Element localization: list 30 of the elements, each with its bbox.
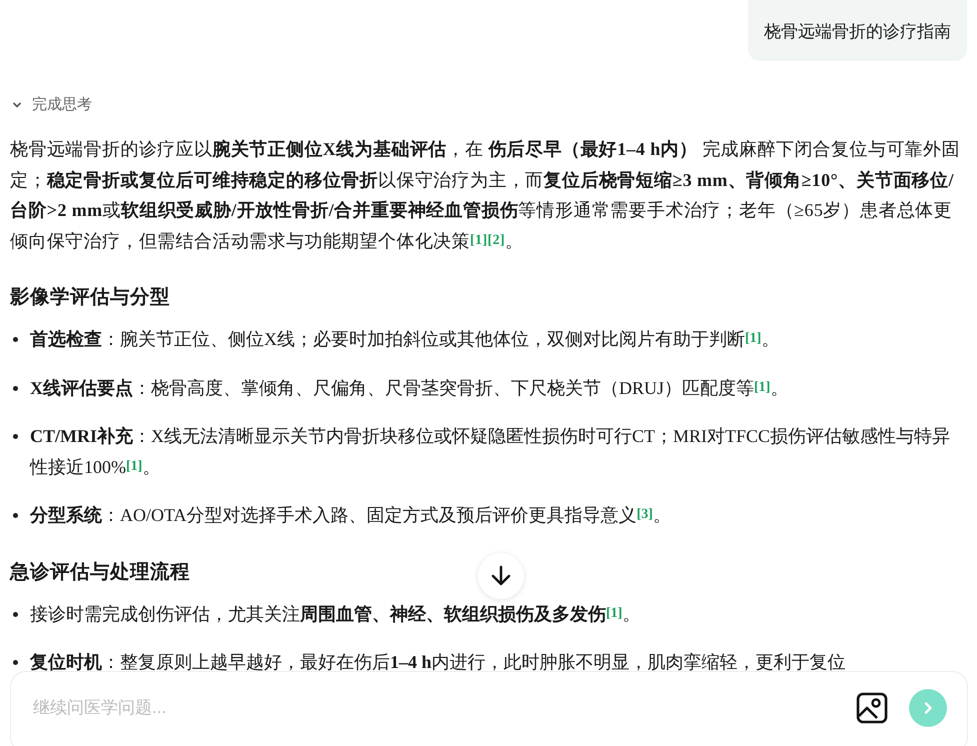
image-upload-button[interactable]: [855, 691, 889, 725]
list-item-text: 接诊时需完成创伤评估，尤其关注周围血管、神经、软组织损伤及多发伤$^{[1]}$。: [30, 602, 640, 626]
citation-link[interactable]: [1]: [754, 380, 770, 394]
arrow-down-icon: [489, 564, 513, 588]
question-input[interactable]: 继续问医学问题...: [31, 697, 835, 719]
citation-link[interactable]: [1]: [470, 232, 488, 248]
citation-link[interactable]: [1]: [745, 331, 762, 346]
section-heading: 急诊评估与处理流程: [10, 558, 190, 584]
citation-link[interactable]: [1]: [126, 458, 142, 474]
list-item-text: CT/MRI补充：X线无法清晰显示关节内骨折块移位或怀疑隐匿性损伤时可行CT；MRI对TFCC损伤评估敏感性与特异性接近100%$^{[1]}$。: [30, 425, 952, 478]
list-item-text: 分型系统：AO/OTA分型对选择手术入路、固定方式及预后评价更具指导意义$^{[3]}$。: [30, 504, 671, 527]
image-icon: [855, 691, 889, 725]
answer-paragraph: 桡骨远端骨折的诊疗应以腕关节正侧位X线为基础评估，在 伤后尽早（最好1–4 h内） 完成麻醉下闭合复位与可靠外固定；稳定骨折或复位后可维持稳定的移位骨折以保守治疗为主，而复位后桡骨短缩≥3 mm、背倾角≥10°、关节面移位/台阶>2 mm或软组织受威胁/开放性骨折/合并重要神经血管损伤等情形通常需要手术治疗；老年（≥65岁）患者总体更倾向保守治疗，但需结合活动需求与功能期望个体化决策$^{[1]}$$^{[2]}$。: [10, 138, 961, 252]
list-item-text: 复位时机：整复原则上越早越好，最好在伤后1–4 h内进行，此时肿胀不明显，肌肉挛缩轻，更利于复位: [30, 651, 846, 671]
citation-link[interactable]: [2]: [488, 232, 506, 248]
citation-link[interactable]: [1]: [606, 606, 622, 620]
citation-link[interactable]: [3]: [636, 507, 653, 522]
user-message: 桡骨远端骨折的诊疗指南: [748, 0, 967, 61]
bullet-icon: [13, 612, 18, 616]
thinking-toggle[interactable]: 完成思考: [10, 95, 92, 114]
scroll-down-button[interactable]: [478, 553, 524, 599]
list-item-text: X线评估要点：桡骨高度、掌倾角、尺偏角、尺骨茎突骨折、下尺桡关节（DRUJ）匹配度等$^{[1]}$。: [30, 376, 788, 400]
list-item-text: 首选检查：腕关节正位、侧位X线；必要时加拍斜位或其他体位，双侧对比阅片有助于判断$^{[1]}$。: [30, 328, 780, 351]
bullet-icon: [13, 337, 18, 342]
bullet-icon: [13, 513, 18, 518]
chevron-icon: [12, 100, 22, 108]
bullet-icon: [13, 386, 18, 390]
bullet-icon: [13, 660, 18, 665]
section-heading: 影像学评估与分型: [10, 284, 170, 310]
bullet-icon: [13, 434, 18, 439]
